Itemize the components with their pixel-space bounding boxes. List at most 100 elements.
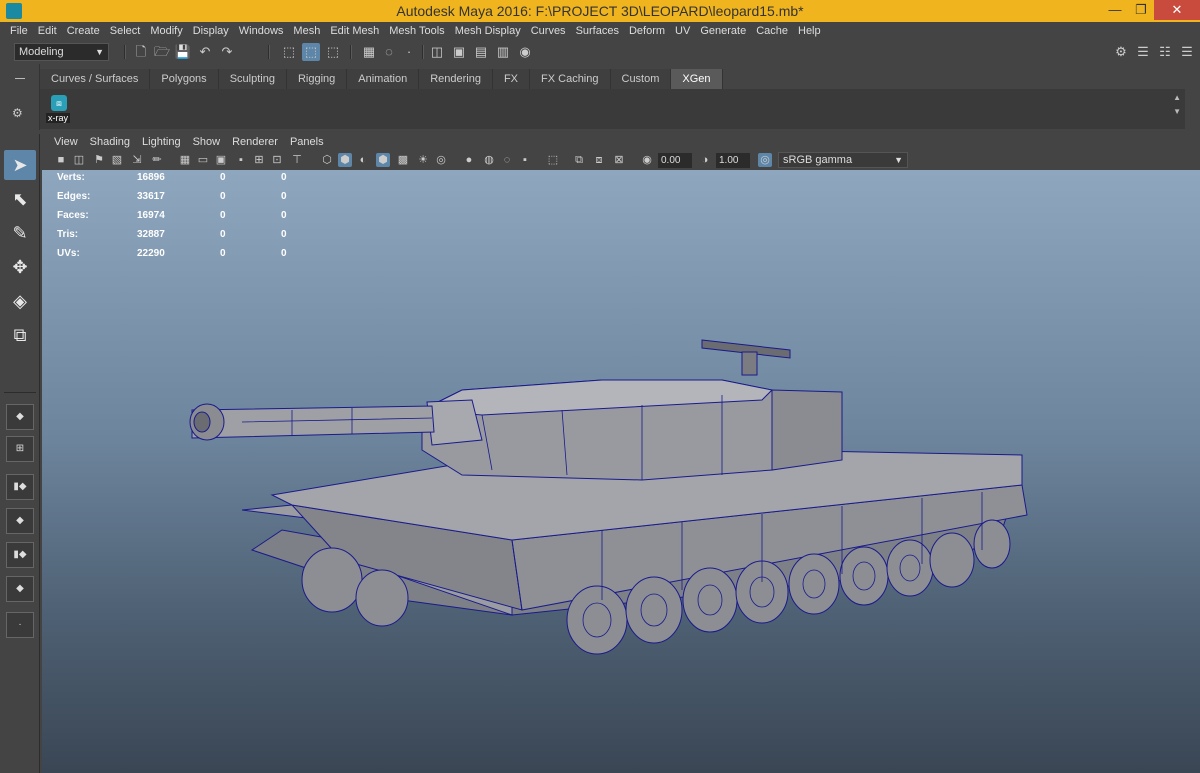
attribute-editor-icon[interactable]: ☰ [1134, 43, 1152, 61]
move-tool-icon[interactable]: ✥ [4, 252, 36, 282]
textured-icon[interactable]: ▩ [396, 153, 410, 167]
snap-curve-icon[interactable]: ◌ [380, 43, 398, 61]
tab-fx[interactable]: FX [492, 69, 531, 89]
render-frame-icon[interactable]: ▣ [450, 43, 468, 61]
tab-custom[interactable]: Custom [610, 69, 672, 89]
open-scene-icon[interactable]: 🗁 [153, 43, 171, 61]
shelf-scroll-up-icon[interactable]: ▲ [1173, 93, 1181, 102]
menu-mesh-tools[interactable]: Mesh Tools [384, 22, 449, 40]
menu-set-dropdown[interactable]: Modeling ▼ [14, 43, 109, 61]
hypershade-icon[interactable]: ◉ [516, 43, 534, 61]
tool-settings-icon[interactable]: ☷ [1156, 43, 1174, 61]
menu-curves[interactable]: Curves [526, 22, 571, 40]
shelf-settings-icon[interactable]: ⚙ [12, 106, 23, 120]
snap-grid-icon[interactable]: ▦ [360, 43, 378, 61]
motion-blur-icon[interactable]: ◍ [482, 153, 496, 167]
xray-mode-icon[interactable]: ⧉ [572, 153, 586, 167]
channel-box-icon[interactable]: ☰ [1178, 43, 1196, 61]
four-view-layout-icon[interactable]: ⊞ [6, 436, 34, 462]
close-button[interactable]: ✕ [1154, 0, 1200, 20]
image-plane-icon[interactable]: ▧ [110, 153, 124, 167]
select-tool-icon[interactable]: ➤ [4, 150, 36, 180]
menu-edit-mesh[interactable]: Edit Mesh [325, 22, 384, 40]
depth-of-field-icon[interactable]: ▪ [518, 153, 532, 167]
panel-menu-view[interactable]: View [48, 134, 84, 151]
tab-sculpting[interactable]: Sculpting [218, 69, 287, 89]
anti-aliasing-icon[interactable]: ◌ [500, 153, 514, 167]
panel-menu-panels[interactable]: Panels [284, 134, 330, 151]
persp-hypershade-layout-icon[interactable]: ▮◆ [6, 542, 34, 568]
tab-rendering[interactable]: Rendering [419, 69, 493, 89]
menu-mesh[interactable]: Mesh [288, 22, 325, 40]
lasso-tool-icon[interactable]: ⬉ [4, 184, 36, 214]
film-gate-icon[interactable]: ▭ [196, 153, 210, 167]
safe-action-icon[interactable]: ⊡ [270, 153, 284, 167]
menu-generate[interactable]: Generate [695, 22, 751, 40]
new-scene-icon[interactable]: 🗋 [132, 43, 150, 61]
perspective-viewport[interactable]: Verts: 16896 0 0 Edges: 33617 0 0 Faces:… [42, 170, 1200, 773]
gamma-field[interactable]: 1.00 [716, 153, 750, 168]
camera-icon[interactable]: ■ [54, 153, 68, 167]
resolution-gate-icon[interactable]: ▣ [214, 153, 228, 167]
grid-icon[interactable]: ▦ [178, 153, 192, 167]
lights-icon[interactable]: ☀ [416, 153, 430, 167]
tab-animation[interactable]: Animation [347, 69, 420, 89]
save-scene-icon[interactable]: 💾 [174, 43, 192, 61]
redo-icon[interactable]: ↷ [218, 43, 236, 61]
menu-create[interactable]: Create [62, 22, 105, 40]
ipr-render-icon[interactable]: ▤ [472, 43, 490, 61]
xray-components-icon[interactable]: ⊠ [612, 153, 626, 167]
panel-menu-lighting[interactable]: Lighting [136, 134, 187, 151]
shadows-icon[interactable]: ◎ [434, 153, 448, 167]
grease-pencil-icon[interactable]: ✏ [150, 153, 164, 167]
safe-title-icon[interactable]: ⊤ [290, 153, 304, 167]
menu-uv[interactable]: UV [670, 22, 695, 40]
tank-mesh[interactable] [42, 170, 1200, 773]
menu-edit[interactable]: Edit [33, 22, 62, 40]
render-settings-icon[interactable]: ▥ [494, 43, 512, 61]
persp-uv-layout-icon[interactable]: ◆ [6, 576, 34, 602]
wireframe-icon[interactable]: ⬡ [320, 153, 334, 167]
panel-menu-shading[interactable]: Shading [84, 134, 136, 151]
xray-button[interactable]: ⧈ x-ray [44, 93, 72, 125]
xray-joints-icon[interactable]: ⧈ [592, 153, 606, 167]
tab-fx-caching[interactable]: FX Caching [530, 69, 611, 89]
menu-mesh-display[interactable]: Mesh Display [450, 22, 526, 40]
tab-xgen[interactable]: XGen [671, 69, 723, 89]
color-management-icon[interactable]: ◎ [758, 153, 772, 167]
select-hierarchy-icon[interactable]: ⬚ [280, 43, 298, 61]
render-view-icon[interactable]: ◫ [428, 43, 446, 61]
menu-display[interactable]: Display [188, 22, 234, 40]
single-perspective-layout-icon[interactable]: ◆ [6, 404, 34, 430]
field-chart-icon[interactable]: ⊞ [252, 153, 266, 167]
persp-graph-layout-icon[interactable]: ◆ [6, 508, 34, 534]
tab-polygons[interactable]: Polygons [150, 69, 219, 89]
menu-cache[interactable]: Cache [751, 22, 793, 40]
menu-surfaces[interactable]: Surfaces [571, 22, 624, 40]
panel-menu-renderer[interactable]: Renderer [226, 134, 284, 151]
shelf-scroll-down-icon[interactable]: ▼ [1173, 107, 1181, 116]
scale-tool-icon[interactable]: ⧉ [4, 320, 36, 350]
exposure-field[interactable]: 0.00 [658, 153, 692, 168]
rotate-tool-icon[interactable]: ◈ [4, 286, 36, 316]
tab-curves-surfaces[interactable]: Curves / Surfaces [40, 69, 151, 89]
select-component-icon[interactable]: ⬚ [324, 43, 342, 61]
menu-select[interactable]: Select [105, 22, 146, 40]
shelf-menu-icon[interactable] [15, 78, 25, 79]
menu-deform[interactable]: Deform [624, 22, 670, 40]
wireframe-on-shaded-icon[interactable]: ⬢ [376, 153, 390, 167]
custom-layout-icon[interactable]: · [6, 612, 34, 638]
menu-windows[interactable]: Windows [234, 22, 289, 40]
snap-point-icon[interactable]: · [400, 43, 418, 61]
layout-toggle-icon[interactable]: ⚙ [1112, 43, 1130, 61]
tab-rigging[interactable]: Rigging [286, 69, 348, 89]
view-transform-dropdown[interactable]: sRGB gamma ▼ [778, 152, 908, 168]
gate-mask-icon[interactable]: ▪ [234, 153, 248, 167]
camera-attributes-icon[interactable]: ◫ [72, 153, 86, 167]
select-object-icon[interactable]: ⬚ [302, 43, 320, 61]
maximize-button[interactable]: ❐ [1126, 0, 1156, 20]
undo-icon[interactable]: ↶ [196, 43, 214, 61]
panel-menu-show[interactable]: Show [187, 134, 227, 151]
smooth-shade-icon[interactable]: ⬢ [338, 153, 352, 167]
isolate-select-icon[interactable]: ⬚ [546, 153, 560, 167]
